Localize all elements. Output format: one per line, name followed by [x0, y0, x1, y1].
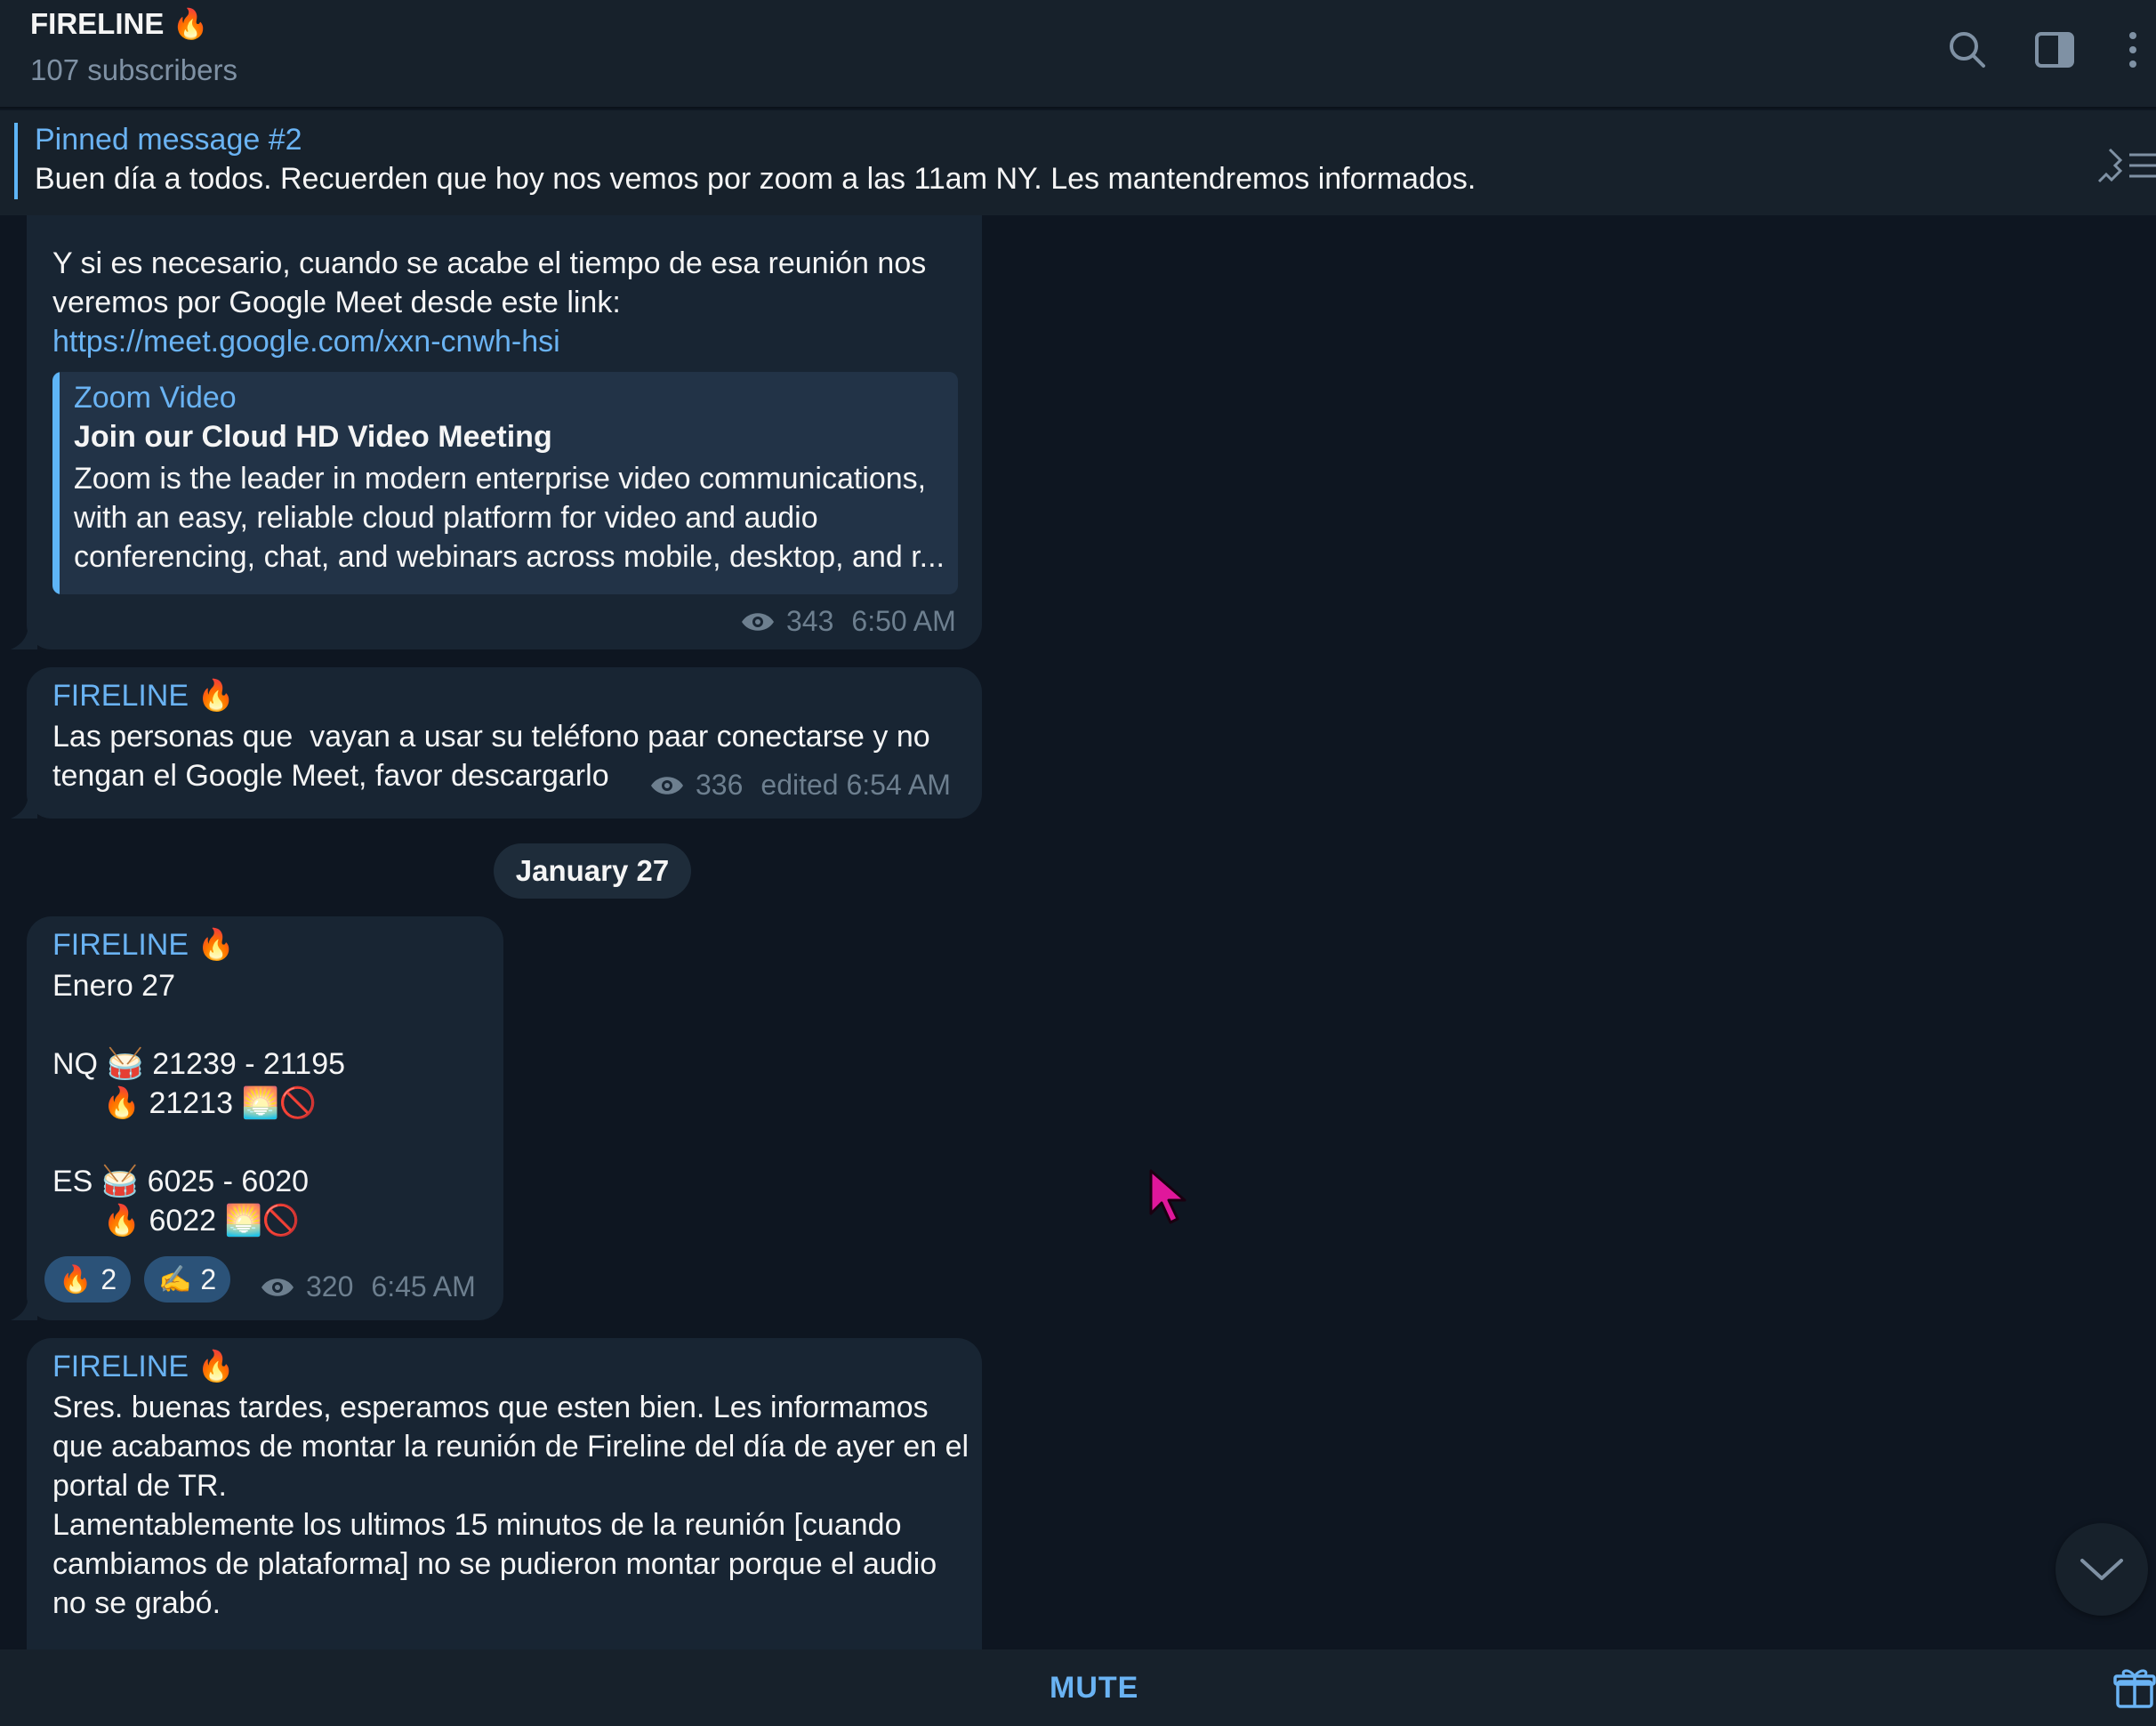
views-icon — [742, 612, 774, 631]
scroll-to-bottom-button[interactable] — [2055, 1523, 2148, 1616]
message-time: edited 6:54 AM — [760, 769, 951, 801]
view-count: 336 — [696, 769, 744, 801]
message-text: Sres. buenas tardes, esperamos que esten… — [52, 1391, 969, 1620]
preview-title: Join our Cloud HD Video Meeting — [74, 420, 552, 454]
message-bubble[interactable]: FIRELINE 🔥 Las personas que vayan a usar… — [27, 667, 982, 819]
message-meta: 320 6:45 AM — [260, 1270, 476, 1303]
pinned-text: Buen día a todos. Recuerden que hoy nos … — [35, 162, 1476, 196]
message-sender[interactable]: FIRELINE 🔥 — [52, 927, 235, 963]
views-icon — [261, 1278, 294, 1296]
bubble-tail — [11, 1294, 37, 1320]
chevron-down-icon — [2080, 1559, 2123, 1580]
view-count: 320 — [306, 1270, 354, 1303]
message-meta: 336 edited 6:54 AM — [649, 769, 951, 802]
mouse-cursor-icon — [1149, 1169, 1187, 1224]
pinned-title: Pinned message #2 — [35, 123, 302, 157]
chat-header: FIRELINE 🔥 107 subscribers — [0, 0, 2156, 109]
reaction-writing-hand[interactable]: ✍️ 2 — [144, 1256, 231, 1303]
message-bubble[interactable]: FIRELINE 🔥 Sres. buenas tardes, esperamo… — [27, 1338, 982, 1649]
sidebar-toggle-icon[interactable] — [2031, 27, 2078, 73]
reaction-emoji: ✍️ — [158, 1264, 192, 1294]
message-bubble[interactable]: Y si es necesario, cuando se acabe el ti… — [27, 215, 982, 649]
message-sender[interactable]: FIRELINE 🔥 — [52, 678, 235, 714]
reaction-count: 2 — [101, 1262, 117, 1295]
message-time: 6:50 AM — [851, 605, 956, 637]
channel-title[interactable]: FIRELINE 🔥 — [30, 7, 209, 42]
mute-button[interactable]: MUTE — [1050, 1649, 1138, 1726]
channel-footer: MUTE — [0, 1649, 2156, 1726]
pinned-indicator — [14, 123, 18, 199]
preview-accent-bar — [52, 372, 60, 594]
bubble-tail — [11, 623, 37, 649]
gift-icon[interactable] — [2112, 1666, 2156, 1710]
preview-description: Zoom is the leader in modern enterprise … — [74, 462, 945, 574]
message-meta: 343 6:50 AM — [740, 605, 956, 638]
preview-site-name: Zoom Video — [74, 381, 237, 415]
date-separator[interactable]: January 27 — [494, 843, 691, 899]
message-text: Enero 27 NQ 🥁 21239 - 21195 🔥 21213 🌅🚫 E… — [52, 969, 346, 1238]
message-sender[interactable]: FIRELINE 🔥 — [52, 1349, 235, 1384]
subscriber-count: 107 subscribers — [30, 53, 237, 86]
views-icon — [651, 776, 683, 794]
bubble-tail — [11, 792, 37, 819]
more-vertical-icon[interactable] — [2110, 27, 2156, 73]
search-icon[interactable] — [1944, 27, 1991, 73]
message-link[interactable]: https://meet.google.com/xxn-cnwh-hsi — [52, 322, 560, 361]
reaction-emoji: 🔥 — [59, 1264, 93, 1294]
message-time: 6:45 AM — [371, 1270, 476, 1303]
reaction-fire[interactable]: 🔥 2 — [44, 1256, 132, 1303]
message-text: Y si es necesario, cuando se acabe el ti… — [52, 246, 927, 319]
reaction-count: 2 — [200, 1262, 217, 1295]
pinned-list-icon[interactable] — [2097, 142, 2156, 187]
link-preview[interactable]: Zoom Video Join our Cloud HD Video Meeti… — [52, 372, 958, 594]
view-count: 343 — [786, 605, 834, 637]
message-list[interactable]: Y si es necesario, cuando se acabe el ti… — [0, 215, 2156, 1649]
pinned-message-bar[interactable]: Pinned message #2 Buen día a todos. Recu… — [0, 110, 2156, 215]
